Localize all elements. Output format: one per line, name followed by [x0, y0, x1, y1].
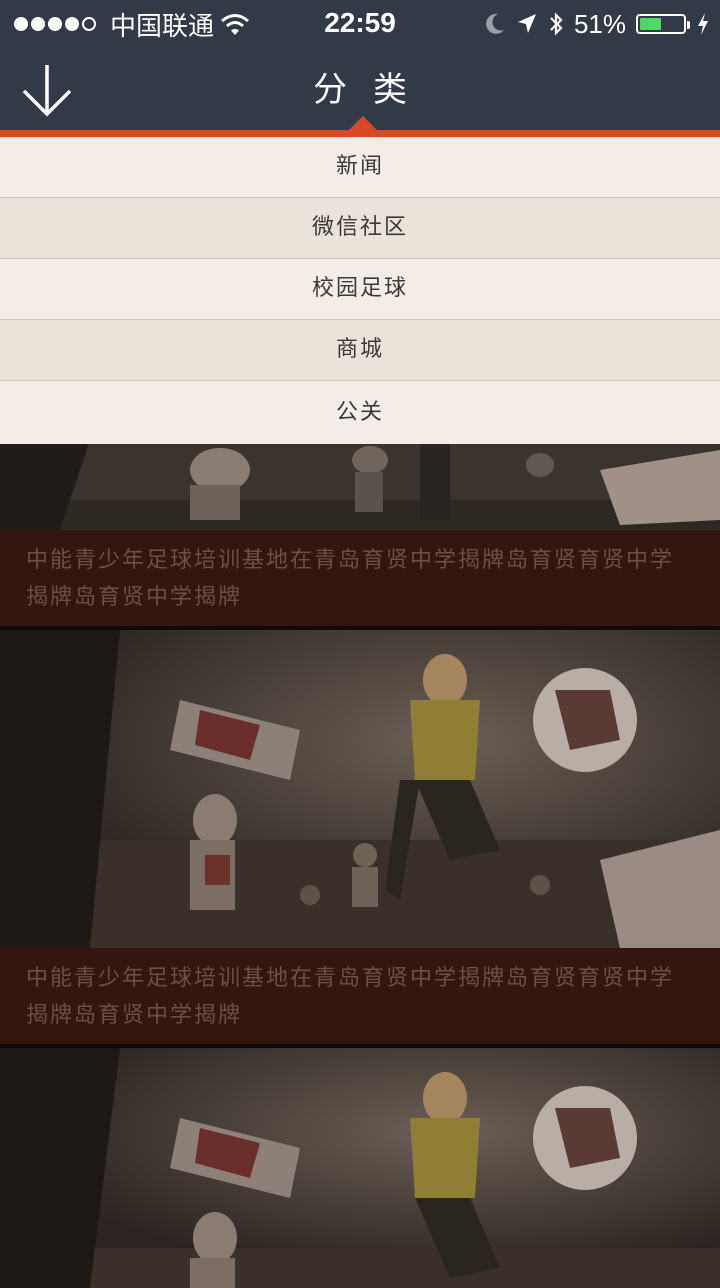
- battery-level: [640, 18, 661, 30]
- menu-item-news[interactable]: 新闻: [0, 137, 720, 198]
- status-bar: 中国联通 22:59 51%: [0, 0, 720, 48]
- accent-line: [0, 130, 720, 137]
- news-caption[interactable]: 中能青少年足球培训基地在青岛育贤中学揭牌岛育贤育贤中学揭牌岛育贤中学揭牌: [0, 530, 720, 626]
- bluetooth-icon: [548, 11, 564, 37]
- news-image[interactable]: [0, 1048, 720, 1288]
- menu-item-campus-football[interactable]: 校园足球: [0, 259, 720, 320]
- menu-item-wechat-community[interactable]: 微信社区: [0, 198, 720, 259]
- news-image[interactable]: [0, 630, 720, 948]
- page-title: 分类: [313, 70, 433, 110]
- news-image[interactable]: [0, 440, 720, 530]
- menu-item-public-relations[interactable]: 公关: [0, 381, 720, 444]
- category-menu: 新闻 微信社区 校园足球 商城 公关: [0, 137, 720, 444]
- menu-pointer: [348, 116, 378, 131]
- location-arrow-icon: [516, 12, 538, 36]
- news-feed: 中能青少年足球培训基地在青岛育贤中学揭牌岛育贤育贤中学揭牌岛育贤中学揭牌 中能青…: [0, 440, 720, 1288]
- news-caption[interactable]: 中能青少年足球培训基地在青岛育贤中学揭牌岛育贤育贤中学揭牌岛育贤中学揭牌: [0, 948, 720, 1044]
- charging-bolt-icon: [696, 12, 710, 36]
- moon-icon: [484, 12, 506, 36]
- menu-item-mall[interactable]: 商城: [0, 320, 720, 381]
- battery-icon: [636, 14, 690, 34]
- battery-percent: 51%: [573, 8, 626, 39]
- status-right: 51%: [484, 8, 710, 40]
